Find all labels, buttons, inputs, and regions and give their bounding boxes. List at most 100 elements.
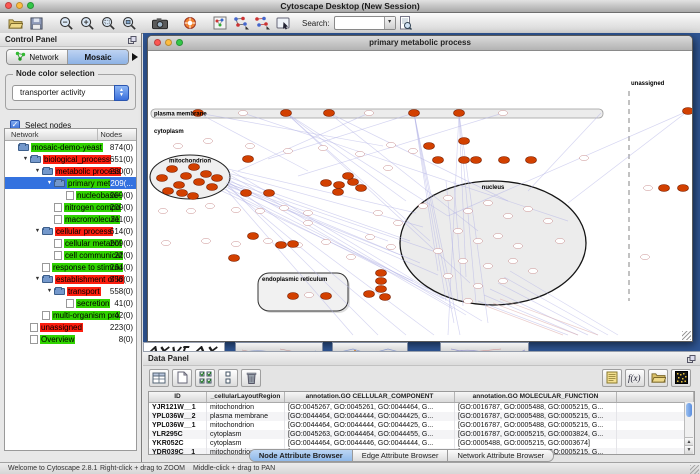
selected-gene-node[interactable] xyxy=(321,293,332,300)
zoom-selected-icon[interactable] xyxy=(99,15,118,32)
function-builder-icon[interactable]: f(x) xyxy=(625,369,645,387)
table-cell[interactable]: YJR121W__1 xyxy=(149,403,207,412)
table-cell[interactable]: [GO:0044464, GO:0044444, GO:0044425, G..… xyxy=(285,412,455,421)
tree-row[interactable]: nitrogen compo209(0) xyxy=(5,201,136,213)
gene-node[interactable] xyxy=(464,298,473,303)
tree-column-nodes[interactable]: Nodes xyxy=(100,130,122,139)
expand-arrow-icon[interactable]: ▼ xyxy=(45,180,54,186)
unselect-attributes-icon[interactable] xyxy=(218,369,238,387)
selected-gene-node[interactable] xyxy=(356,185,367,192)
gene-node[interactable] xyxy=(387,142,396,147)
gene-node[interactable] xyxy=(514,243,523,248)
table-cell[interactable]: [GO:0016787, GO:0005215, GO:0003824, G..… xyxy=(455,430,617,439)
table-cell[interactable]: [GO:0044464, GO:0044446, GO:0044444, G..… xyxy=(285,439,455,448)
table-cell[interactable]: [GO:0016787, GO:0005488, GO:0005215, G..… xyxy=(455,421,617,430)
gene-node[interactable] xyxy=(356,151,365,156)
selected-gene-node[interactable] xyxy=(157,175,168,182)
gene-node[interactable] xyxy=(304,210,313,215)
tree-row[interactable]: ▼biological_process651(0) xyxy=(5,153,136,165)
gene-node[interactable] xyxy=(434,248,443,253)
tree-row[interactable]: cellular metabol209(0) xyxy=(5,237,136,249)
search-input[interactable]: ▾ xyxy=(334,16,396,30)
scrollbar-thumb[interactable] xyxy=(686,403,692,417)
gene-node[interactable] xyxy=(474,238,483,243)
tree-column-network[interactable]: Network xyxy=(11,130,39,139)
edge[interactable] xyxy=(493,303,578,335)
expand-arrow-icon[interactable]: ▼ xyxy=(45,288,54,294)
tree-row[interactable]: ▼cellular process614(0) xyxy=(5,225,136,237)
tree-row[interactable]: cell communicat22(0) xyxy=(5,249,136,261)
table-cell[interactable]: plasma membrane xyxy=(207,412,285,421)
network-view-window[interactable]: primary metabolic process plasma membran… xyxy=(147,35,693,342)
node-color-dropdown[interactable]: transporter activity ▲▼ xyxy=(12,85,129,101)
selected-gene-node[interactable] xyxy=(380,294,391,301)
tree-row[interactable]: mosaic-demo-yeast874(0) xyxy=(5,141,136,153)
gene-node[interactable] xyxy=(444,273,453,278)
tree-row[interactable]: ▼establishment of lo558(0) xyxy=(5,273,136,285)
select-attributes-icon[interactable] xyxy=(195,369,215,387)
table-cell[interactable]: YLR295C xyxy=(149,430,207,439)
close-button-icon[interactable] xyxy=(154,39,161,46)
network-overview-icon[interactable] xyxy=(210,15,229,32)
edge[interactable] xyxy=(478,301,568,335)
selected-gene-node[interactable] xyxy=(288,241,299,248)
selected-gene-node[interactable] xyxy=(324,110,335,117)
gene-node[interactable] xyxy=(366,234,375,239)
tab-edge-attribute-browser[interactable]: Edge Attribute Browser xyxy=(353,450,449,461)
table-cell[interactable]: YPL036W__1 xyxy=(149,421,207,430)
selected-gene-node[interactable] xyxy=(241,190,252,197)
selected-gene-node[interactable] xyxy=(174,182,185,189)
gene-node[interactable] xyxy=(304,220,313,225)
gene-node[interactable] xyxy=(484,200,493,205)
network-tree-header[interactable]: Network Nodes xyxy=(5,129,136,141)
selected-gene-node[interactable] xyxy=(343,173,354,180)
tree-row[interactable]: Overview8(0) xyxy=(5,333,136,345)
table-cell[interactable]: [GO:0044464, GO:0044444, GO:0044425, G..… xyxy=(285,421,455,430)
gene-node[interactable] xyxy=(444,195,453,200)
selected-gene-node[interactable] xyxy=(454,110,465,117)
gene-node[interactable] xyxy=(322,239,331,244)
gene-node[interactable] xyxy=(365,110,374,115)
gene-node[interactable] xyxy=(524,206,533,211)
gene-node[interactable] xyxy=(556,238,565,243)
gene-node[interactable] xyxy=(174,143,183,148)
gene-node[interactable] xyxy=(284,148,293,153)
gene-node[interactable] xyxy=(264,238,273,243)
gene-node[interactable] xyxy=(464,208,473,213)
minimize-button-icon[interactable] xyxy=(165,39,172,46)
gene-node[interactable] xyxy=(239,110,248,115)
selected-gene-node[interactable] xyxy=(207,184,218,191)
network-window-titlebar[interactable]: primary metabolic process xyxy=(148,36,692,51)
zoom-button-icon[interactable] xyxy=(27,2,34,9)
gene-node[interactable] xyxy=(419,203,428,208)
annotation-icon[interactable] xyxy=(273,15,292,32)
gene-node[interactable] xyxy=(509,258,518,263)
gene-node[interactable] xyxy=(499,110,508,115)
gene-node[interactable] xyxy=(232,207,241,212)
gene-node[interactable] xyxy=(454,228,463,233)
selected-gene-node[interactable] xyxy=(409,110,420,117)
window-resize-grip[interactable] xyxy=(682,331,691,340)
expand-arrow-icon[interactable]: ▼ xyxy=(33,228,42,234)
new-network-selected-edges-icon[interactable] xyxy=(252,15,271,32)
selected-gene-node[interactable] xyxy=(212,175,223,182)
gene-node[interactable] xyxy=(580,155,589,160)
gene-node[interactable] xyxy=(159,208,168,213)
edge[interactable] xyxy=(528,113,601,191)
selected-gene-node[interactable] xyxy=(424,143,435,150)
tree-row[interactable]: nucleobase-209(0) xyxy=(5,189,136,201)
tree-row[interactable]: secretion41(0) xyxy=(5,297,136,309)
selected-gene-node[interactable] xyxy=(659,185,670,192)
selected-gene-node[interactable] xyxy=(229,255,240,262)
selected-gene-node[interactable] xyxy=(376,270,387,277)
gene-node[interactable] xyxy=(499,278,508,283)
selected-gene-node[interactable] xyxy=(333,189,344,196)
edge[interactable] xyxy=(243,113,568,221)
selected-gene-node[interactable] xyxy=(459,157,470,164)
expand-arrow-icon[interactable]: ▼ xyxy=(33,276,42,282)
gene-node[interactable] xyxy=(305,292,314,297)
table-cell[interactable]: [GO:0045263, GO:0044464, GO:0044455, G..… xyxy=(285,430,455,439)
gene-node[interactable] xyxy=(394,220,403,225)
open-session-icon[interactable] xyxy=(6,15,25,32)
table-row[interactable]: YPL036W__2plasma membrane[GO:0044464, GO… xyxy=(149,412,694,421)
